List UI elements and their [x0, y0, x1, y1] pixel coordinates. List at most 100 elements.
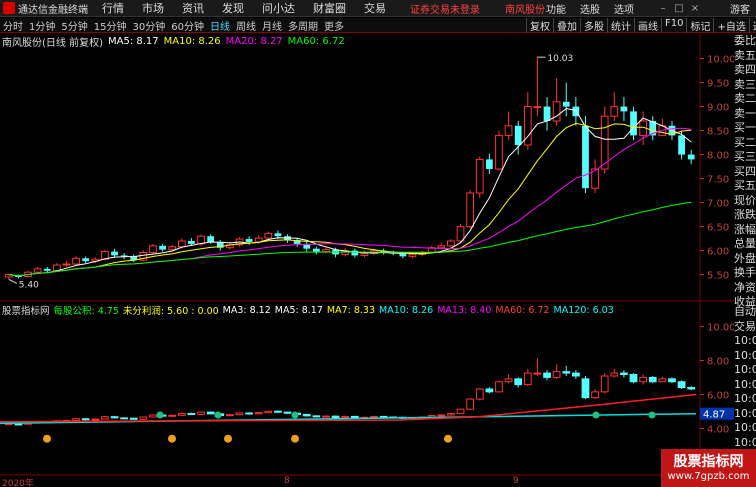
tab-intraday[interactable]: 分时 — [0, 18, 26, 33]
tab-multi-period[interactable]: 多周期 — [285, 18, 321, 33]
tab-weekly[interactable]: 周线 — [233, 18, 259, 33]
candle-body-down — [159, 245, 166, 250]
date-label-aug: 8 — [284, 476, 290, 486]
sub-candle-body — [466, 398, 475, 410]
menu-stock-select[interactable]: 选股 — [580, 1, 600, 16]
tool-statistics[interactable]: 统计 — [607, 17, 634, 33]
menu-function[interactable]: 功能 — [546, 1, 566, 16]
tool-draw-line[interactable]: 画线 — [634, 17, 661, 33]
tab-60min[interactable]: 60分钟 — [168, 18, 207, 33]
menu-item-markets[interactable]: 市场 — [142, 0, 164, 16]
trade-row-label: 10:07 — [734, 377, 756, 391]
candle-body-up — [466, 192, 475, 228]
menu-item-news[interactable]: 资讯 — [182, 0, 204, 16]
top-menu-bar: 通达信金融终端 行情 市场 资讯 发现 问小达 财富圈 交易 证券交易未登录 南… — [0, 0, 756, 17]
sub-candle-body — [629, 374, 638, 383]
sub-candle-body — [101, 416, 109, 420]
candle-body-up — [168, 246, 177, 251]
menu-options[interactable]: 选项 — [614, 1, 634, 16]
signal-dot-icon — [214, 411, 222, 419]
tool-adjust[interactable]: 复权 — [526, 17, 553, 33]
maximize-icon[interactable]: □ — [671, 3, 687, 14]
quote-row-label: 卖二 — [734, 92, 756, 105]
candle-body-down — [562, 101, 570, 107]
price-tick-label: 5.50 — [707, 271, 729, 282]
indicator-title: 股票指标网 — [2, 306, 50, 317]
tool-f10[interactable]: F10 — [661, 17, 686, 33]
trade-row-label: 10:07 — [734, 363, 756, 376]
kline-chart[interactable]: 10.00 9.50 9.00 8.50 8.00 7.50 7.00 6.50 6.00 5.5… — [0, 33, 734, 476]
candle-body-up — [495, 134, 503, 170]
price-tick-label: 8.50 — [707, 127, 729, 138]
tab-30min[interactable]: 30分钟 — [129, 18, 168, 33]
sub-candle-body — [81, 418, 90, 421]
date-axis: 2020年 8 9 — [0, 476, 660, 487]
tab-1min[interactable]: 1分钟 — [26, 18, 58, 33]
sub-candle-body — [264, 410, 273, 414]
sub-candle-body — [639, 376, 648, 383]
candle-body-down — [43, 268, 51, 271]
sub-candle-body — [72, 418, 80, 421]
tool-multi-stock[interactable]: 多股 — [580, 17, 607, 33]
sub-candle-body — [475, 388, 484, 400]
login-notice[interactable]: 证券交易未登录 — [410, 1, 480, 16]
watermark-title: 股票指标网 — [673, 454, 744, 470]
quote-row-label: 买五 — [734, 179, 756, 192]
menu-item-discover[interactable]: 发现 — [222, 0, 244, 16]
tool-overlay[interactable]: 叠加 — [553, 17, 580, 33]
quote-row-label: 净资 — [734, 280, 756, 294]
main-chart-header: 南风股份(日线 前复权) MA5: 8.17 MA10: 8.26 MA20: … — [2, 35, 350, 49]
sub-candle-body — [456, 408, 465, 415]
sub-tick-label: 10.00 — [707, 323, 734, 334]
candle-body-up — [408, 253, 417, 257]
tab-5min[interactable]: 5分钟 — [58, 18, 90, 33]
quote-row-label: 买一 — [734, 121, 756, 134]
quote-row-label: 委比 — [734, 34, 756, 47]
signal-dot-icon — [648, 411, 656, 419]
signal-up-icon — [291, 434, 299, 443]
tool-mark[interactable]: 标记 — [686, 17, 713, 33]
sub-candle-body — [495, 381, 503, 393]
sub-candle-body — [274, 410, 282, 413]
sub-candle-body — [322, 415, 330, 418]
menu-item-market[interactable]: 行情 — [102, 0, 124, 16]
guest-label[interactable]: 游客 — [730, 1, 750, 16]
price-tick-label: 9.00 — [707, 103, 729, 114]
sub-candle-body — [225, 414, 234, 417]
tab-15min[interactable]: 15分钟 — [91, 18, 130, 33]
candle-body-down — [678, 135, 685, 155]
tool-add-watchlist[interactable]: +自选 — [713, 17, 748, 33]
candle-body-up — [475, 158, 484, 194]
quote-row-label: 买二 — [734, 135, 756, 149]
sub-candle-body — [620, 372, 628, 376]
ma60-label: MA60: 6.72 — [287, 35, 345, 47]
price-tick-label: 10.00 — [707, 55, 734, 66]
sub-candle-body — [206, 411, 215, 415]
quote-row-label: 卖五 — [734, 48, 756, 62]
sub-tick-label: 6.00 — [707, 391, 729, 402]
menu-item-ask[interactable]: 问小达 — [262, 0, 295, 16]
indicator-field-5: MA7: 8.33 — [326, 304, 376, 316]
sub-tick-label: 4.00 — [707, 425, 729, 436]
candle-body-up — [533, 106, 542, 109]
menu-item-wealth[interactable]: 财富圈 — [313, 0, 346, 16]
sub-candle-body — [485, 388, 494, 393]
tab-daily[interactable]: 日线 — [207, 18, 233, 33]
signal-up-icon — [43, 434, 51, 443]
tool-back[interactable]: 返回 — [748, 17, 756, 33]
high-marker-label: 10.03 — [547, 54, 573, 64]
app-title: 通达信金融终端 — [18, 4, 88, 16]
menu-item-trade[interactable]: 交易 — [364, 0, 386, 16]
candle-body-down — [620, 106, 628, 112]
candle-body-up — [72, 257, 80, 265]
tab-more[interactable]: 更多 — [321, 18, 347, 33]
close-icon[interactable]: × — [687, 3, 703, 14]
sub-candle-body — [245, 412, 253, 415]
sub-candle-body — [350, 415, 359, 419]
candle-body-up — [610, 106, 619, 117]
sub-candle-body — [197, 411, 205, 415]
minimize-icon[interactable]: – — [655, 3, 671, 14]
sub-candle-body — [14, 423, 23, 426]
tab-monthly[interactable]: 月线 — [259, 18, 285, 33]
ma10-label: MA10: 8.26 — [163, 35, 221, 47]
